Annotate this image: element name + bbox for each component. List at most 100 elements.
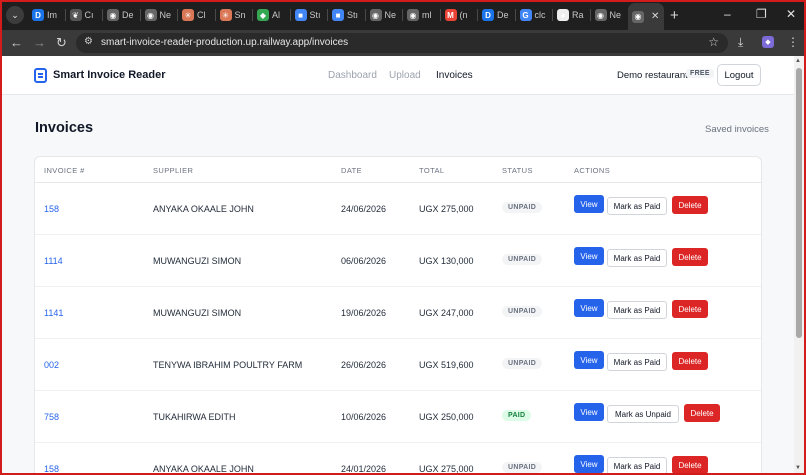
browser-tab[interactable]: ◉ Ne [591,4,627,26]
browser-tab-strip: ⌄ D Im ❦ Cı ◉ De ◉ Ne ✳ Cl ✳ Sn ◆ Al ■ Stı ■ Stı ◉ Ne ◉ ml M (n… [0,0,806,30]
scroll-thumb[interactable] [796,68,802,338]
mark-as-paid-button[interactable]: Mark as Paid [607,353,667,371]
tab-favicon-icon: ✳ [182,9,194,21]
tab-title: Sn [234,10,246,20]
mark-as-paid-button[interactable]: Mark as Paid [607,301,667,319]
scroll-up-icon[interactable]: ▲ [795,58,801,64]
browser-tab[interactable]: ✳ Cl [178,4,214,26]
browser-tab[interactable]: ◆ Al [253,4,289,26]
restore-icon[interactable]: ❐ [756,7,767,21]
site-info-icon[interactable]: ⚙ [84,36,93,47]
table-row: 158 ANYAKA OKAALE JOHN 24/06/2026 UGX 275,0… [35,183,761,235]
table-row: 758 TUKAHIRWA EDITH 10/06/2026 UGX 250,000 P… [35,391,761,443]
browser-tab[interactable]: ◉ De [103,4,139,26]
active-tab-favicon-icon: ◉ [632,10,644,23]
tab-favicon-icon: ■ [332,9,344,21]
delete-button[interactable]: Delete [672,300,708,318]
tab-title: Cl [197,10,206,20]
invoice-number-link[interactable]: 002 [44,360,59,370]
tab-favicon-icon: ◉ [144,9,157,21]
invoice-number-link[interactable]: 158 [44,464,59,473]
view-button[interactable]: View [574,403,604,421]
browser-menu-icon[interactable]: ⋮ [787,35,799,49]
delete-button[interactable]: Delete [672,196,708,214]
nav-invoices[interactable]: Invoices [436,70,473,81]
invoice-date: 19/06/2026 [341,308,387,318]
page-scrollbar[interactable]: ▲ ▼ [794,56,804,473]
browser-tab[interactable]: ■ Stı [291,4,327,26]
view-button[interactable]: View [574,299,604,317]
status-badge: UNPAID [502,306,543,317]
page-subtitle: Saved invoices [705,124,769,135]
browser-tab[interactable]: Gclc [516,4,552,26]
new-tab-icon[interactable]: + [670,7,679,24]
address-bar[interactable]: ⚙ smart-invoice-reader-production.up.rai… [76,33,728,53]
invoices-table: INVOICE # SUPPLIER DATE TOTAL STATUS ACT… [34,156,762,473]
delete-button[interactable]: Delete [672,352,708,370]
invoice-number-link[interactable]: 758 [44,412,59,422]
tab-title: clc [534,10,546,20]
browser-tab[interactable]: ◉ Ne [141,4,177,26]
view-button[interactable]: View [574,247,604,265]
tab-title: Ra [572,10,584,20]
supplier-name: TENYWA IBRAHIM POULTRY FARM [153,360,303,370]
mark-as-paid-button[interactable]: Mark as Paid [607,197,667,215]
tab-active[interactable]: ◉ ✕ [628,3,664,30]
browser-tab[interactable]: ❦ Cı [66,4,102,26]
supplier-name: ANYAKA OKAALE JOHN [153,464,254,473]
invoice-date: 06/06/2026 [341,256,387,266]
view-button[interactable]: View [574,195,604,213]
browser-tab[interactable]: D Im [28,4,64,26]
delete-button[interactable]: Delete [672,456,708,473]
scroll-down-icon[interactable]: ▼ [795,465,801,471]
forward-icon[interactable]: → [33,35,46,50]
nav-dashboard[interactable]: Dashboard [328,70,377,81]
nav-upload[interactable]: Upload [389,70,421,81]
invoice-number-link[interactable]: 1114 [44,256,63,266]
tab-title: Im [47,10,57,20]
view-button[interactable]: View [574,351,604,369]
browser-tab[interactable]: M (n [441,4,477,26]
invoice-total: UGX 519,600 [419,360,474,370]
tab-favicon-icon: ■ [294,9,307,21]
bookmark-star-icon[interactable]: ☆ [708,35,719,49]
supplier-name: MUWANGUZI SIMON [153,308,242,318]
address-url[interactable]: smart-invoice-reader-production.up.railw… [101,37,348,48]
table-row: 1114 MUWANGUZI SIMON 06/06/2026 UGX 130,000… [35,235,761,287]
browser-tab[interactable]: ◉ Ne [366,4,402,26]
tab-search-icon[interactable]: ⌄ [6,6,24,24]
brand-name[interactable]: Smart Invoice Reader [53,69,166,81]
browser-tab[interactable]: ■ Stı [328,4,364,26]
tab-separator [552,9,553,21]
view-button[interactable]: View [574,455,604,473]
close-tab-icon[interactable]: ✕ [651,11,659,22]
supplier-name: MUWANGUZI SIMON [153,256,242,266]
invoice-number-link[interactable]: 158 [44,204,59,214]
tab-favicon-icon: D [482,9,494,21]
column-actions: ACTIONS [574,166,611,175]
logout-button[interactable]: Logout [717,64,761,86]
column-date: DATE [341,166,363,175]
tab-favicon-icon: ✳ [219,9,232,21]
extension-icon[interactable]: ◆ [762,36,774,48]
browser-tab[interactable]: D De [478,4,514,26]
browser-tab[interactable]: ◉ ml [403,4,439,26]
supplier-name: TUKAHIRWA EDITH [153,412,236,422]
invoice-total: UGX 130,000 [419,256,474,266]
status-badge: UNPAID [502,254,543,265]
download-icon[interactable]: ⤓ [738,35,743,50]
mark-as-paid-button[interactable]: Mark as Paid [607,249,667,267]
tab-separator [289,9,291,21]
minimize-icon[interactable]: – [724,7,731,21]
close-window-icon[interactable]: ✕ [786,7,796,21]
mark-as-paid-button[interactable]: Mark as Paid [607,457,667,473]
reload-icon[interactable]: ↻ [56,35,67,51]
delete-button[interactable]: Delete [672,248,708,266]
invoice-number-link[interactable]: 1141 [44,308,63,318]
back-icon[interactable]: ← [10,35,23,50]
browser-tab[interactable]: ● Ra [553,4,589,26]
mark-as-unpaid-button[interactable]: Mark as Unpaid [607,405,679,423]
delete-button[interactable]: Delete [684,404,720,422]
tab-title: Al [272,10,281,20]
browser-tab[interactable]: ✳ Sn [216,4,252,26]
